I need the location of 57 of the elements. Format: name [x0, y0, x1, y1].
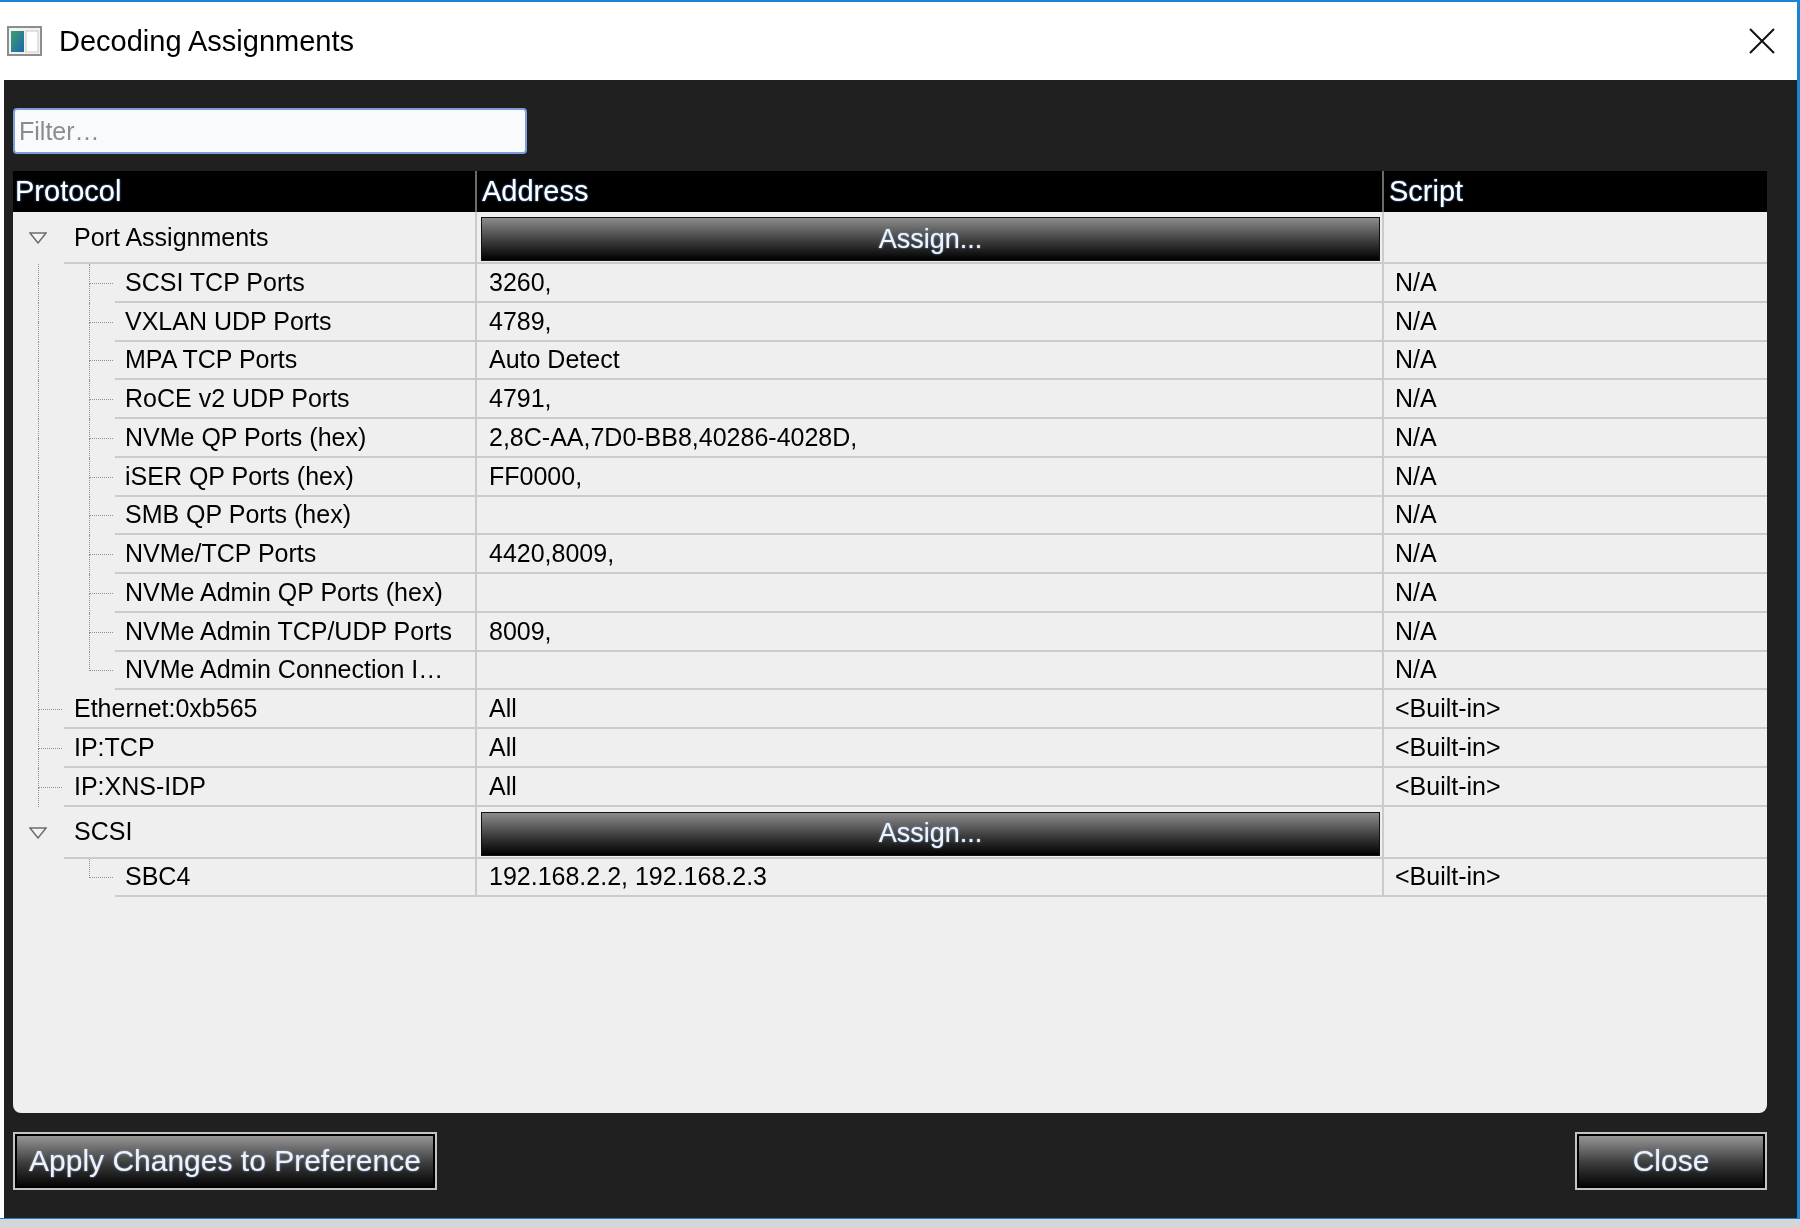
table-cell: N/A — [1382, 380, 1767, 419]
app-icon — [7, 26, 42, 56]
table-cell: N/A — [1382, 651, 1767, 691]
column-header[interactable]: Script — [1382, 171, 1767, 212]
table-cell: N/A — [1382, 574, 1767, 613]
table-cell: <Built-in> — [1382, 729, 1767, 768]
table-cell: N/A — [1382, 457, 1767, 497]
table-cell: Auto Detect — [475, 341, 1382, 381]
table-cell: N/A — [1382, 264, 1767, 303]
table-cell: All — [475, 690, 1382, 729]
table-cell: N/A — [1382, 612, 1767, 652]
apply-button[interactable]: Apply Changes to Preference — [13, 1132, 437, 1190]
tree-item[interactable]: IP:XNS-IDP — [64, 767, 475, 807]
tree-item[interactable]: Port Assignments — [64, 212, 475, 264]
tree-item[interactable]: RoCE v2 UDP Ports — [115, 380, 475, 419]
table-cell: All — [475, 767, 1382, 807]
table-cell: N/A — [1382, 341, 1767, 381]
table-cell: 2,8C-AA,7D0-BB8,40286-4028D, — [475, 419, 1382, 458]
expand-triangle-icon[interactable] — [29, 232, 47, 244]
assign-button[interactable]: Assign... — [481, 811, 1380, 856]
assign-button[interactable]: Assign... — [481, 217, 1380, 261]
table-cell: N/A — [1382, 535, 1767, 574]
table-cell: 4420,8009, — [475, 535, 1382, 574]
column-header[interactable]: Protocol — [13, 171, 475, 212]
tree-item[interactable]: SMB QP Ports (hex) — [115, 496, 475, 536]
tree-item[interactable]: IP:TCP — [64, 729, 475, 768]
column-header[interactable]: Address — [475, 171, 1382, 212]
window-title: Decoding Assignments — [59, 24, 355, 58]
tree-item[interactable]: iSER QP Ports (hex) — [115, 457, 475, 497]
table-cell: 4791, — [475, 380, 1382, 419]
close-icon[interactable] — [1748, 27, 1776, 55]
table-cell: N/A — [1382, 302, 1767, 342]
table-cell: 4789, — [475, 302, 1382, 342]
table-cell: All — [475, 729, 1382, 768]
table-cell: <Built-in> — [1382, 690, 1767, 729]
tree-item[interactable]: NVMe Admin Connection I… — [115, 651, 475, 691]
table-cell: <Built-in> — [1382, 767, 1767, 807]
filter-field[interactable]: Filter… — [13, 108, 527, 154]
table-cell: N/A — [1382, 419, 1767, 458]
tree-item[interactable]: MPA TCP Ports — [115, 341, 475, 381]
tree-item[interactable]: SCSI — [64, 806, 475, 859]
close-button[interactable]: Close — [1575, 1132, 1767, 1190]
tree-item[interactable]: NVMe QP Ports (hex) — [115, 419, 475, 458]
tree-item[interactable]: VXLAN UDP Ports — [115, 302, 475, 342]
table-cell: 3260, — [475, 264, 1382, 303]
tree-item[interactable]: NVMe Admin TCP/UDP Ports — [115, 612, 475, 652]
tree-item[interactable]: NVMe Admin QP Ports (hex) — [115, 574, 475, 613]
table-cell: 8009, — [475, 612, 1382, 652]
tree-item[interactable]: SBC4 — [115, 858, 475, 898]
table-cell: 192.168.2.2, 192.168.2.3 — [475, 858, 1382, 898]
tree-item[interactable]: SCSI TCP Ports — [115, 264, 475, 303]
table-cell: <Built-in> — [1382, 858, 1767, 898]
table-cell: N/A — [1382, 496, 1767, 536]
table-cell: FF0000, — [475, 457, 1382, 497]
tree-item[interactable]: Ethernet:0xb565 — [64, 690, 475, 729]
tree-item[interactable]: NVMe/TCP Ports — [115, 535, 475, 574]
expand-triangle-icon[interactable] — [29, 826, 47, 839]
